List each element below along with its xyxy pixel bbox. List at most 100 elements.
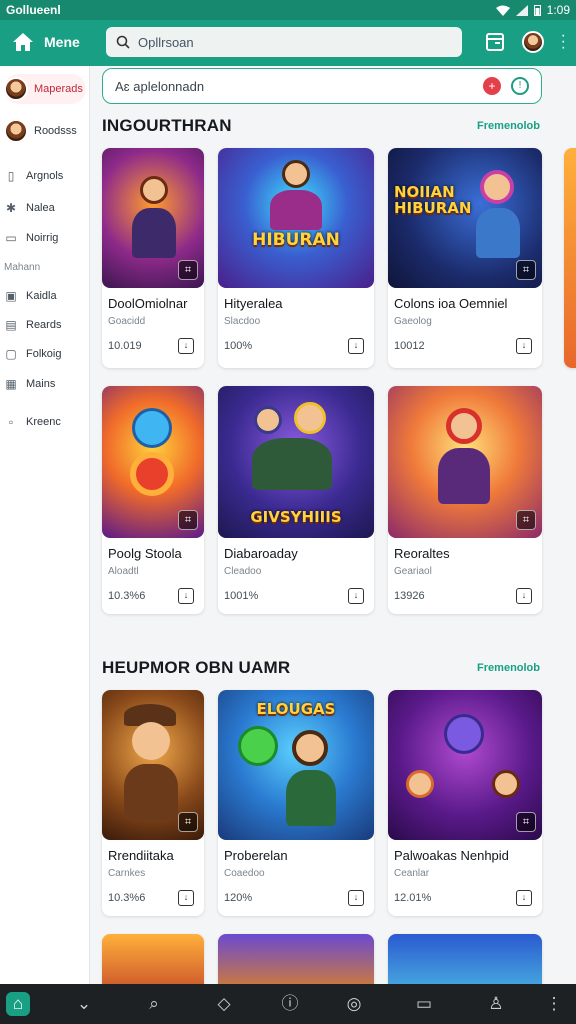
game-subtitle: Slacdoo [224,316,261,327]
download-icon[interactable]: ↓ [348,588,364,604]
profile-nav-icon[interactable]: ♙ [484,992,508,1016]
bottom-nav: ⌂ ⌄ ⌕ ◇ ⓘ ◎ ▭ ♙ ⋮ [0,984,576,1024]
add-icon[interactable]: + [483,77,501,95]
character-figure [406,770,434,798]
game-card[interactable]: ⌗ Palwoakas Nenhpid Ceanlar 12.01% ↓ [388,690,542,916]
game-card[interactable]: ⌗ Reoraltes Geariaol 13926 ↓ [388,386,542,614]
download-icon[interactable]: ↓ [348,338,364,354]
section-see-all-link[interactable]: Fremenolob [477,662,540,674]
game-thumbnail: ⌗ [102,148,204,288]
character-figure [476,208,520,258]
sidebar-item-1[interactable]: Roodsss [4,116,86,146]
edit-icon[interactable] [484,31,506,53]
sidebar-item-label: Argnols [26,170,64,182]
download-icon[interactable]: ↓ [516,338,532,354]
sidebar-item-3[interactable]: ✱ Nalea [4,196,86,220]
puzzle-icon: ✱ [5,201,17,215]
sidebar-item-8[interactable]: ▦ Mains [4,372,86,396]
character-figure [480,170,514,204]
section-title: INGOURTHRAN [102,116,232,135]
download-icon[interactable]: ↓ [348,890,364,906]
game-card-partial[interactable] [388,934,542,984]
character-figure [130,452,174,496]
download-icon[interactable]: ↓ [178,588,194,604]
more-nav-icon[interactable]: ⋮ [542,992,566,1016]
sidebar-item-4[interactable]: ▭ Noirrig [4,226,86,250]
sidebar-item-0[interactable]: Maperads [4,74,86,104]
game-card[interactable]: ELOUGAS Proberelan Coaedoo 120% ↓ [218,690,374,916]
download-icon[interactable]: ↓ [178,890,194,906]
user-avatar[interactable] [522,31,544,53]
chevron-down-icon[interactable]: ⌄ [72,992,96,1016]
download-icon[interactable]: ↓ [178,338,194,354]
game-meta: 10.3%6 [108,590,146,602]
sidebar-item-6[interactable]: ▤ Reards [4,313,86,337]
sidebar-item-label: Kaidla [26,290,57,302]
game-card-partial[interactable] [102,934,204,984]
sidebar-item-5[interactable]: ▣ Kaidla [4,284,86,308]
section-see-all-link[interactable]: Fremenolob [477,120,540,132]
app-root: Gollueenl 1:09 Mene Opllrsoan · · · Mapera… [0,0,576,1024]
sidebar-avatar [4,119,28,143]
home-icon[interactable] [12,31,34,53]
game-meta: 10.019 [108,340,142,352]
tv-nav-icon[interactable]: ▭ [412,992,436,1016]
game-thumbnail: ⌗ [102,386,204,538]
filter-bar[interactable]: Aɛ aplelonnadn + ! [102,68,542,104]
game-card[interactable]: NOIIAN HIBURAN ⌗ Colons ioa Oemniel Gaeo… [388,148,542,368]
sidebar-item-label: Mains [26,378,56,390]
section-title: HEUPMOR OBN UAMR [102,658,291,677]
bookmark-badge-icon[interactable]: ⌗ [178,510,198,530]
game-card-partial[interactable] [564,148,576,368]
bookmark-badge-icon[interactable]: ⌗ [178,812,198,832]
sidebar-item-7[interactable]: ▢ Folkoig [4,342,86,366]
character-figure [132,722,170,760]
search-bar[interactable]: Opllrsoan [106,27,462,57]
game-title: Reoraltes [394,546,450,561]
game-thumbnail: ELOUGAS [218,690,374,840]
card-icon: ▭ [5,231,17,245]
character-figure [132,208,176,258]
character-figure [124,764,178,820]
game-title: DoolOmiolnar [108,296,188,311]
bookmark-badge-icon[interactable]: ⌗ [516,812,536,832]
character-figure [140,176,168,204]
character-figure [254,406,282,434]
search-input[interactable]: Opllrsoan [138,35,194,50]
bookmark-badge-icon[interactable]: ⌗ [516,260,536,280]
game-subtitle: Gaeolog [394,316,432,327]
character-figure [438,448,490,504]
games-nav-icon[interactable]: ◎ [342,992,366,1016]
game-meta: 120% [224,892,253,904]
download-icon[interactable]: ↓ [516,890,532,906]
game-subtitle: Carnkes [108,868,146,879]
game-card[interactable]: ⌗ Poolg Stoola Aloadtl 10.3%6 ↓ [102,386,204,614]
home-nav-icon[interactable]: ⌂ [6,992,30,1016]
game-title: Diabaroaday [224,546,298,561]
game-thumbnail: ⌗ [102,690,204,840]
download-icon[interactable]: ↓ [516,588,532,604]
game-subtitle: Coaedoo [224,868,265,879]
info-nav-icon[interactable]: ⓘ [278,992,302,1016]
game-card-partial[interactable] [218,934,374,984]
menu-label[interactable]: Mene [44,34,80,50]
info-icon[interactable]: ! [511,77,529,95]
game-card[interactable]: ⌗ Rrendiitaka Carnkes 10.3%6 ↓ [102,690,204,916]
game-card[interactable]: ⌗ DoolOmiolnar Goacidd 10.019 ↓ [102,148,204,368]
game-meta: 12.01% [394,892,432,904]
bookmark-badge-icon[interactable]: ⌗ [178,260,198,280]
game-subtitle: Geariaol [394,566,432,577]
sidebar-item-label: Nalea [26,202,55,214]
bookmark-badge-icon[interactable]: ⌗ [516,510,536,530]
game-card[interactable]: GIVSYHIIIS Diabaroaday Cleadoo 1001% ↓ [218,386,374,614]
search-nav-icon[interactable]: ⌕ [142,992,166,1016]
game-subtitle: Goacidd [108,316,146,327]
folder-icon: ▢ [5,347,17,361]
game-meta: 1001% [224,590,259,602]
signal-icon [515,4,528,16]
sidebar-item-9[interactable]: ▫ Kreenc [4,410,86,434]
game-card[interactable]: HIBURAN Hityeralea Slacdoo 100% ↓ [218,148,374,368]
sidebar-item-2[interactable]: ▯ Argnols [4,164,86,188]
more-icon[interactable]: · · · [561,28,566,56]
tag-nav-icon[interactable]: ◇ [212,992,236,1016]
